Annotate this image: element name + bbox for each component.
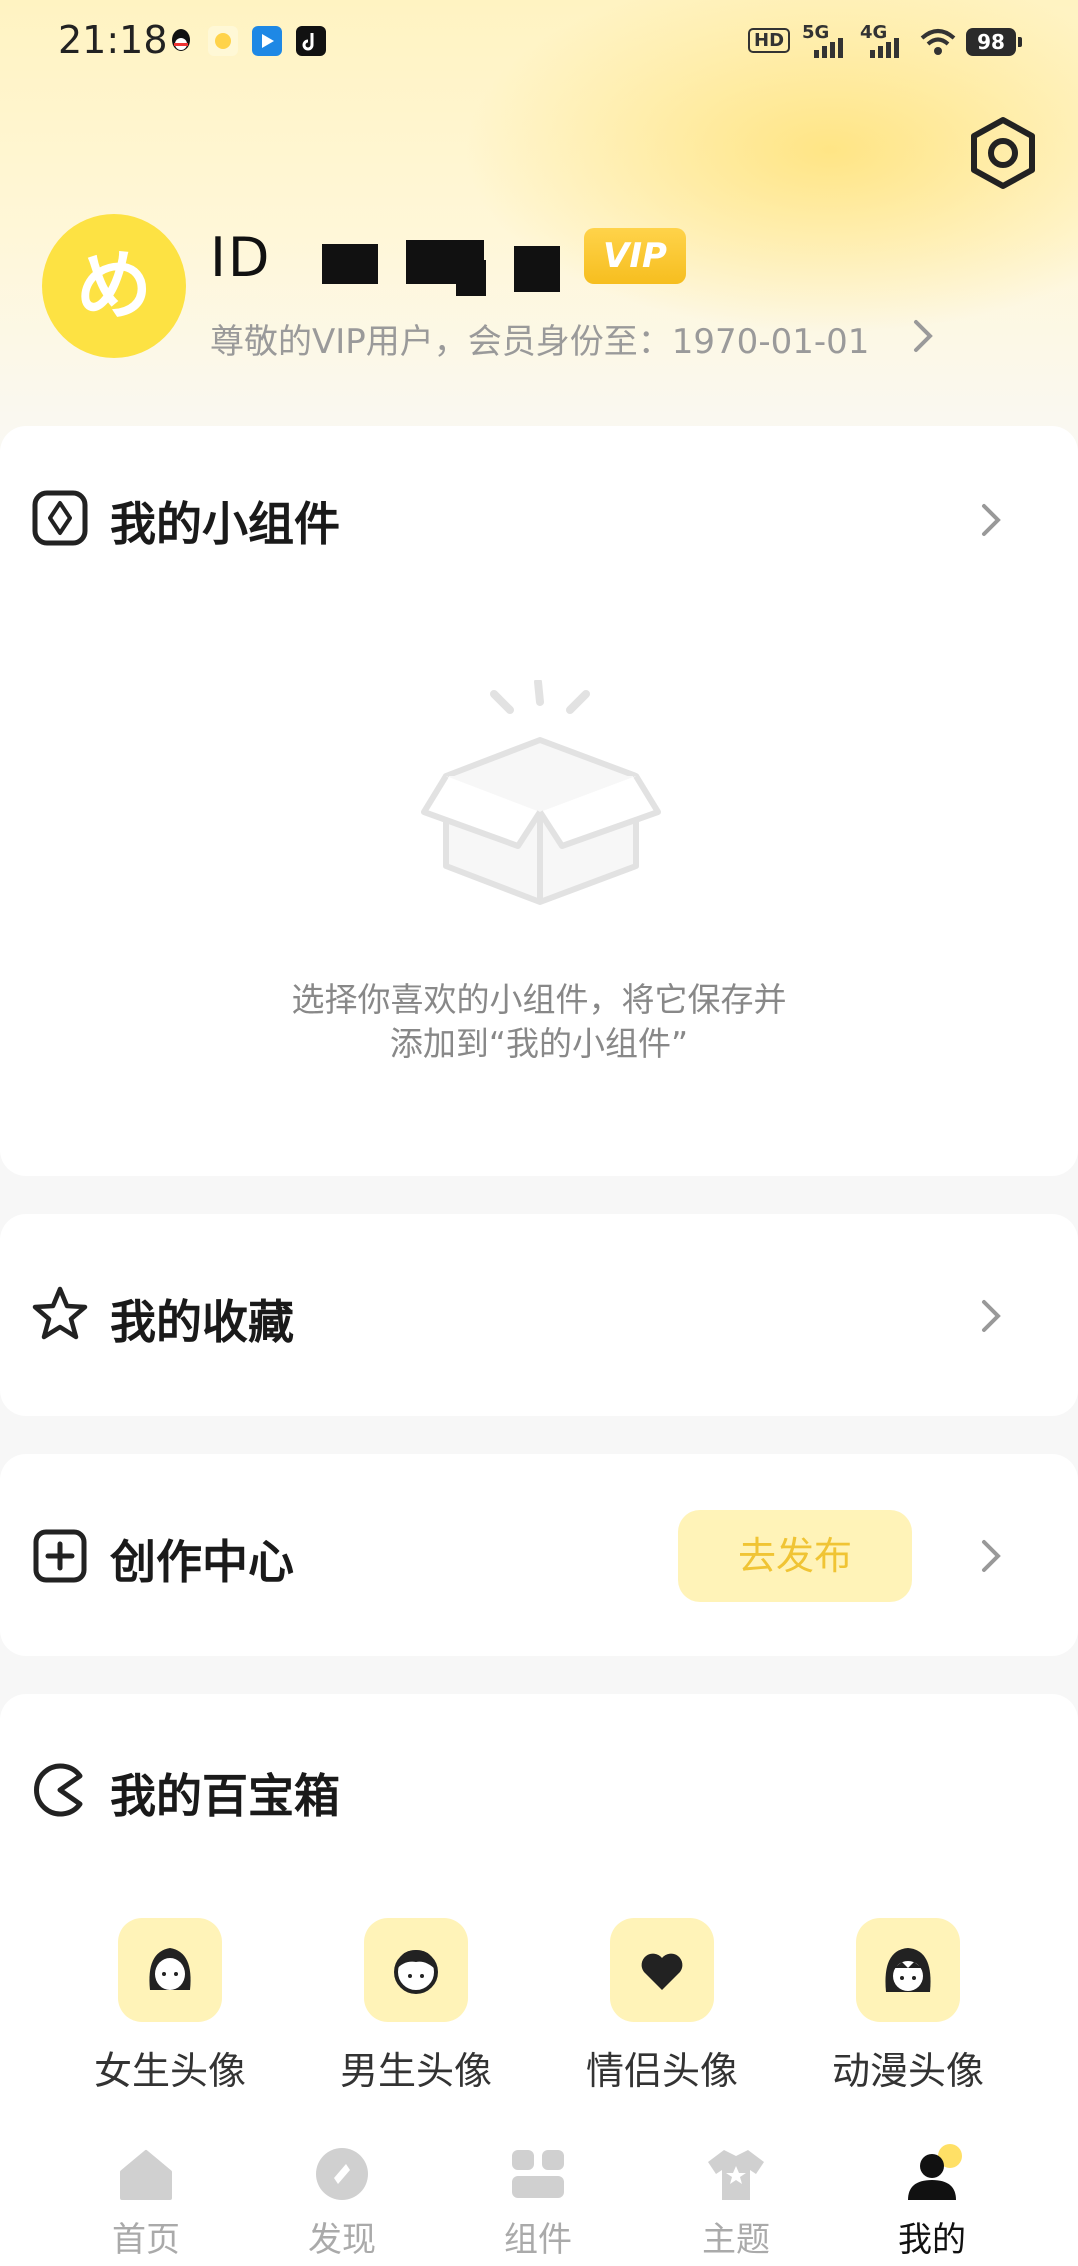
chevron-right-icon[interactable] <box>974 500 1008 540</box>
widget-diamond-icon <box>32 490 88 546</box>
chevron-right-icon[interactable] <box>974 1296 1008 1336</box>
toolbox-item-label: 女生头像 <box>93 2049 246 2093</box>
nav-widgets[interactable]: 组件 <box>458 2120 618 2266</box>
widgets-icon <box>512 2150 564 2198</box>
toolbox-item-anime-avatar[interactable]: 动漫头像 <box>808 1918 1008 2095</box>
wifi-icon <box>920 29 956 55</box>
nav-discover[interactable]: 发现 <box>262 2120 422 2266</box>
boy-face-icon <box>364 1918 468 2022</box>
profile-icon <box>908 2144 962 2200</box>
user-id-label: ID <box>210 226 272 289</box>
home-icon <box>120 2150 172 2200</box>
nav-label: 发现 <box>308 2220 376 2260</box>
my-widgets-title[interactable]: 我的小组件 <box>110 488 340 554</box>
heart-icon <box>610 1918 714 2022</box>
publish-button[interactable]: 去发布 <box>678 1510 912 1602</box>
tiktok-app-icon <box>296 26 326 56</box>
nav-theme[interactable]: 主题 <box>656 2120 816 2266</box>
toolbox-item-girl-avatar[interactable]: 女生头像 <box>70 1918 270 2095</box>
nav-label: 首页 <box>112 2220 180 2260</box>
toolbox-title: 我的百宝箱 <box>110 1769 340 1823</box>
nav-mine[interactable]: 我的 <box>852 2120 1012 2266</box>
add-square-icon <box>33 1529 87 1583</box>
avatar[interactable]: め <box>42 214 186 358</box>
signal-icon <box>814 38 843 58</box>
bottom-navigation: 首页 发现 组件 主题 我的 <box>0 2120 1078 2266</box>
toolbox-item-couple-avatar[interactable]: 情侣头像 <box>562 1918 762 2095</box>
empty-box-icon <box>421 680 661 905</box>
weather-app-icon <box>208 26 238 56</box>
chevron-right-icon[interactable] <box>974 1536 1008 1576</box>
star-icon <box>32 1286 88 1340</box>
membership-info[interactable]: 尊敬的VIP用户，会员身份至：1970-01-01 <box>210 314 869 363</box>
hd-indicator: HD <box>748 28 791 53</box>
status-bar: 21:18 HD 5G 4G 98 <box>0 0 1078 80</box>
blue-app-icon <box>252 26 282 56</box>
toolbox-item-label: 情侣头像 <box>585 2049 738 2093</box>
vip-badge: VIP <box>584 228 686 284</box>
redacted-id-part <box>322 244 378 284</box>
creation-center-card[interactable]: 创作中心 <box>0 1454 1078 1656</box>
toolbox-item-boy-avatar[interactable]: 男生头像 <box>316 1918 516 2095</box>
toolbox-pacman-icon <box>34 1763 83 1817</box>
nav-label: 组件 <box>504 2220 572 2260</box>
nav-label: 主题 <box>702 2220 770 2260</box>
girl-face-icon <box>118 1918 222 2022</box>
toolbox-item-label: 动漫头像 <box>831 2049 984 2093</box>
nav-home[interactable]: 首页 <box>66 2120 226 2266</box>
toolbox-item-label: 男生头像 <box>339 2049 492 2093</box>
status-time: 21:18 <box>58 18 168 62</box>
anime-face-icon <box>856 1918 960 2022</box>
redacted-id-part <box>514 246 560 292</box>
settings-gear-icon[interactable] <box>966 116 1040 190</box>
redacted-id-part <box>456 260 486 296</box>
nav-label: 我的 <box>898 2220 966 2260</box>
empty-hint-line2: 添加到“我的小组件” <box>389 1024 689 1063</box>
favorites-card[interactable]: 我的收藏 <box>0 1214 1078 1416</box>
empty-hint-line1: 选择你喜欢的小组件，将它保存并 <box>291 980 787 1019</box>
discover-icon <box>316 2148 368 2200</box>
favorites-title[interactable]: 我的收藏 <box>110 1286 294 1352</box>
creation-center-title[interactable]: 创作中心 <box>110 1526 294 1592</box>
signal-2-icon <box>870 38 899 58</box>
theme-shirt-icon <box>708 2150 764 2200</box>
chevron-right-icon[interactable] <box>908 318 938 354</box>
qq-app-icon <box>166 26 196 56</box>
battery-indicator: 98 <box>966 28 1022 56</box>
